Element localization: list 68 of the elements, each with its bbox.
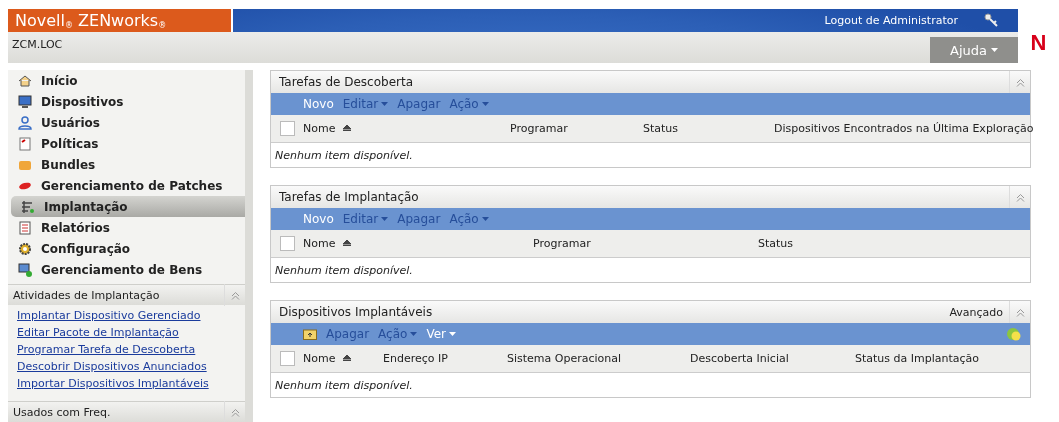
sort-icon: [343, 240, 352, 247]
nav-item[interactable]: Dispositivos: [8, 91, 245, 112]
nav-item[interactable]: Gerenciamento de Patches: [8, 175, 245, 196]
novell-logo: N: [1030, 31, 1047, 54]
column-header[interactable]: Dispositivos Encontrados na Última Exploração: [774, 122, 1034, 135]
column-header[interactable]: Sistema Operacional: [507, 352, 690, 365]
collapse-icon[interactable]: [1015, 77, 1025, 87]
task-link[interactable]: Editar Pacote de Implantação: [17, 325, 245, 341]
nav-item[interactable]: Implantação: [11, 196, 245, 217]
monitor-icon: [18, 94, 32, 109]
empty-message: Nenhum item disponível.: [274, 262, 414, 279]
section-title: Atividades de Implantação: [13, 288, 161, 302]
deploy-icon: [21, 199, 35, 214]
column-header[interactable]: Status: [758, 237, 794, 250]
select-all-checkbox[interactable]: [280, 121, 295, 136]
caret-icon: [481, 217, 489, 221]
user-icon: [18, 115, 32, 130]
computer-icon: [18, 262, 32, 277]
zone-name: ZCM.LOC: [11, 36, 64, 53]
collapse-icon[interactable]: [230, 407, 240, 417]
nav-item[interactable]: Início: [8, 70, 245, 91]
panel-title: Tarefas de Descoberta: [279, 75, 414, 89]
report-icon: [18, 220, 32, 235]
nav-item[interactable]: Relatórios: [8, 217, 245, 238]
task-link[interactable]: Programar Tarefa de Descoberta: [17, 342, 245, 358]
select-all-checkbox[interactable]: [280, 351, 295, 366]
folder-up-icon[interactable]: [303, 328, 317, 340]
logout-link[interactable]: Logout de Administrator: [824, 13, 958, 27]
section-title: Usados com Freq.: [13, 405, 112, 419]
column-header[interactable]: Status: [643, 122, 774, 135]
sort-icon: [343, 125, 352, 132]
task-link[interactable]: Implantar Dispositivo Gerenciado: [17, 308, 245, 324]
sort-icon: [343, 355, 352, 362]
home-icon: [18, 73, 32, 88]
column-header[interactable]: Nome: [303, 237, 533, 250]
advanced-link[interactable]: Avançado: [949, 305, 1009, 319]
column-header[interactable]: Programar: [533, 237, 758, 250]
key-icon[interactable]: [984, 13, 998, 28]
column-header[interactable]: Nome: [303, 352, 383, 365]
nav-item[interactable]: Políticas: [8, 133, 245, 154]
caret-icon: [410, 332, 418, 336]
empty-message: Nenhum item disponível.: [274, 147, 414, 164]
caret-icon: [481, 102, 489, 106]
column-header[interactable]: Status da Implantação: [855, 352, 980, 365]
caret-icon: [381, 102, 389, 106]
collapse-icon[interactable]: [1015, 192, 1025, 202]
caret-icon: [991, 48, 998, 52]
document-icon: [18, 136, 32, 151]
nav-item[interactable]: Bundles: [8, 154, 245, 175]
select-all-checkbox[interactable]: [280, 236, 295, 251]
collapse-icon[interactable]: [230, 290, 240, 300]
empty-message: Nenhum item disponível.: [274, 377, 414, 394]
column-header[interactable]: Programar: [510, 122, 643, 135]
nav-item[interactable]: Configuração: [8, 238, 245, 259]
task-link[interactable]: Importar Dispositivos Implantáveis: [17, 376, 245, 392]
caret-icon: [449, 332, 456, 336]
nav-item[interactable]: Gerenciamento de Bens: [8, 259, 245, 280]
task-link[interactable]: Descobrir Dispositivos Anunciados: [17, 359, 245, 375]
nav-item[interactable]: Usuários: [8, 112, 245, 133]
refresh-icon[interactable]: [1006, 326, 1022, 342]
gear-icon: [18, 241, 32, 256]
caret-icon: [381, 217, 389, 221]
collapse-icon[interactable]: [1015, 307, 1025, 317]
panel-title: Tarefas de Implantação: [279, 190, 420, 204]
column-header[interactable]: Descoberta Inicial: [690, 352, 855, 365]
column-header[interactable]: Nome: [303, 122, 510, 135]
panel-title: Dispositivos Implantáveis: [279, 305, 434, 319]
column-header[interactable]: Endereço IP: [383, 352, 507, 365]
